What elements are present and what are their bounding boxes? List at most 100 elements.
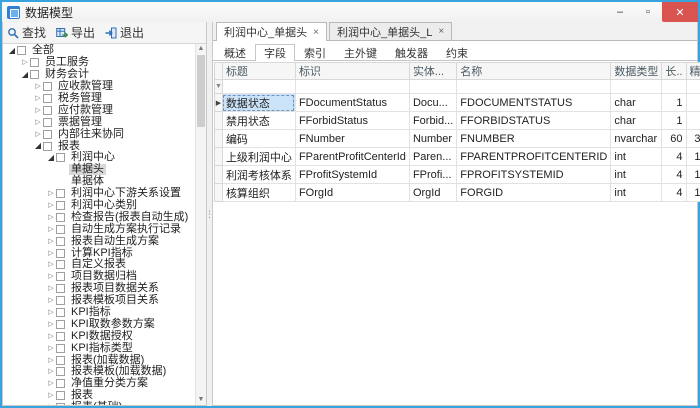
cell-title[interactable]: 利润考核体系: [222, 166, 295, 184]
expand-icon[interactable]: ▷: [46, 333, 56, 340]
tree-item-label[interactable]: 利润中心类别: [69, 200, 139, 211]
cell-dtype[interactable]: int: [611, 184, 662, 202]
tree-item[interactable]: ▷检查报告(报表自动生成): [3, 211, 195, 223]
tree-item[interactable]: 单据头: [3, 164, 195, 176]
tree-checkbox[interactable]: [56, 308, 65, 317]
tree-item[interactable]: ▷报表: [3, 390, 195, 402]
tree-item-label[interactable]: 报表模板项目关系: [69, 295, 161, 306]
tree-item-label[interactable]: 单据头: [69, 164, 106, 175]
tree-item-label[interactable]: 内部往来协同: [56, 129, 126, 140]
tree-item-label[interactable]: KPI指标类型: [69, 343, 135, 354]
minimize-button[interactable]: –: [606, 2, 634, 22]
cell-dtype[interactable]: int: [611, 148, 662, 166]
export-button[interactable]: 导出: [56, 24, 95, 41]
cell-id[interactable]: FNumber: [295, 130, 409, 148]
tree-item-label[interactable]: 应收款管理: [56, 81, 115, 92]
expand-icon[interactable]: ▷: [46, 261, 56, 268]
cell-prec[interactable]: 1: [686, 112, 700, 130]
tree-item[interactable]: ▷ 报表项目数据关系: [3, 283, 195, 295]
maximize-button[interactable]: ▫: [634, 2, 662, 22]
tree-item-label[interactable]: 全部: [30, 45, 56, 56]
cell-name[interactable]: FPROFITSYSTEMID: [457, 166, 611, 184]
expand-icon[interactable]: ▷: [46, 404, 56, 405]
cell-id[interactable]: FDocumentStatus: [295, 94, 409, 112]
tree-checkbox[interactable]: [56, 379, 65, 388]
tree-item[interactable]: ▷净值重分类方案: [3, 378, 195, 390]
cell-prec[interactable]: 10: [686, 148, 700, 166]
expand-icon[interactable]: ▷: [46, 190, 56, 197]
expand-icon[interactable]: ▷: [46, 380, 56, 387]
tree-checkbox[interactable]: [56, 272, 65, 281]
expand-icon[interactable]: ▷: [46, 226, 56, 233]
cell-entity[interactable]: Docu...: [409, 94, 456, 112]
cell-title[interactable]: 数据状态: [222, 94, 295, 112]
expand-icon[interactable]: ▷: [46, 392, 56, 399]
tree-item[interactable]: ▷KPI指标类型: [3, 342, 195, 354]
cell-title[interactable]: 核算组织: [222, 184, 295, 202]
filter-cell[interactable]: [409, 80, 456, 94]
filter-cell[interactable]: [295, 80, 409, 94]
tree-checkbox[interactable]: [56, 249, 65, 258]
row-indicator[interactable]: [215, 112, 223, 130]
tab-close-icon[interactable]: ×: [313, 27, 319, 38]
cell-id[interactable]: FForbidStatus: [295, 112, 409, 130]
cell-id[interactable]: FOrgId: [295, 184, 409, 202]
tree-checkbox[interactable]: [56, 225, 65, 234]
find-button[interactable]: 查找: [7, 24, 46, 41]
tree-item[interactable]: 单据体: [3, 176, 195, 188]
column-header[interactable]: 数据类型: [611, 63, 662, 80]
cell-prec[interactable]: 1: [686, 94, 700, 112]
cell-prec[interactable]: 30: [686, 130, 700, 148]
tree-checkbox[interactable]: [56, 332, 65, 341]
tree-checkbox[interactable]: [56, 367, 65, 376]
tree-item[interactable]: ▷利润中心类别: [3, 200, 195, 212]
cell-len[interactable]: 4: [662, 148, 686, 166]
scroll-up-icon[interactable]: ▲: [196, 44, 206, 54]
detail-tab[interactable]: 字段: [255, 44, 295, 61]
cell-title[interactable]: 禁用状态: [222, 112, 295, 130]
scrollbar-thumb[interactable]: [197, 55, 205, 127]
tree-item-label[interactable]: 项目数据归档: [69, 271, 139, 282]
tree-item[interactable]: ▷KPI指标: [3, 307, 195, 319]
tree-item-label[interactable]: 自定义报表: [69, 259, 128, 270]
tree-item-label[interactable]: 单据体: [69, 176, 106, 187]
cell-prec[interactable]: 10: [686, 166, 700, 184]
expand-icon[interactable]: ▷: [33, 131, 43, 138]
cell-prec[interactable]: 10: [686, 184, 700, 202]
tree-item[interactable]: ▷报表(基础): [3, 402, 195, 405]
tree-checkbox[interactable]: [56, 284, 65, 293]
tree-checkbox[interactable]: [56, 320, 65, 329]
cell-len[interactable]: 1: [662, 112, 686, 130]
tree-item[interactable]: ◢财务会计: [3, 69, 195, 81]
tree-item-label[interactable]: KPI数据授权: [69, 331, 135, 342]
expand-icon[interactable]: ▷: [46, 321, 56, 328]
tree-item-label[interactable]: KPI指标: [69, 307, 113, 318]
cell-len[interactable]: 4: [662, 166, 686, 184]
detail-tab[interactable]: 索引: [295, 44, 335, 60]
tree-checkbox[interactable]: [56, 391, 65, 400]
column-header[interactable]: 实体...: [409, 63, 456, 80]
row-indicator[interactable]: ▶: [215, 94, 223, 112]
tree-checkbox[interactable]: [56, 260, 65, 269]
tree-checkbox[interactable]: [30, 58, 39, 67]
cell-name[interactable]: FNUMBER: [457, 130, 611, 148]
cell-entity[interactable]: Forbid...: [409, 112, 456, 130]
column-header[interactable]: 标识: [295, 63, 409, 80]
expand-icon[interactable]: ▷: [46, 285, 56, 292]
cell-dtype[interactable]: char: [611, 112, 662, 130]
tree-item-label[interactable]: 计算KPI指标: [69, 248, 135, 259]
tree-item-label[interactable]: 报表模板(加载数据): [69, 366, 168, 377]
column-header[interactable]: 长..: [662, 63, 686, 80]
expand-icon[interactable]: ▷: [20, 59, 30, 66]
tree-item[interactable]: ◢全部: [3, 45, 195, 57]
tree-checkbox[interactable]: [56, 153, 65, 162]
tree-item[interactable]: ▷税务管理: [3, 93, 195, 105]
tree-item-label[interactable]: 报表自动生成方案: [69, 236, 161, 247]
tree-item[interactable]: ▷应付款管理: [3, 104, 195, 116]
tree-item-label[interactable]: 报表项目数据关系: [69, 283, 161, 294]
cell-dtype[interactable]: nvarchar: [611, 130, 662, 148]
tree-checkbox[interactable]: [17, 46, 26, 55]
row-indicator-header[interactable]: [215, 63, 223, 80]
cell-name[interactable]: FORGID: [457, 184, 611, 202]
tree-checkbox[interactable]: [56, 237, 65, 246]
